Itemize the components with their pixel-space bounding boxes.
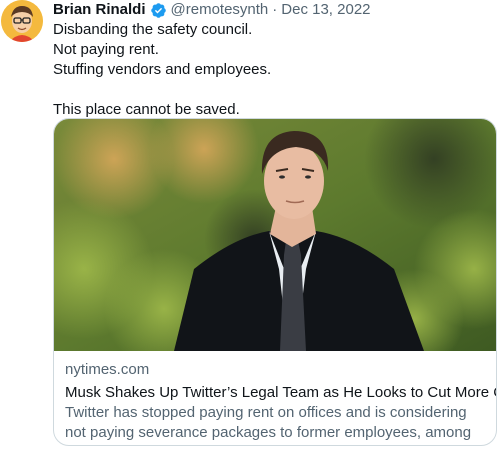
card-description: Twitter has stopped paying rent on offic… [65,404,472,445]
header-separator: · [272,1,278,18]
tweet[interactable]: Brian Rinaldi @remotesynth · Dec 13, 202… [0,0,500,449]
tweet-line: This place cannot be saved. [53,101,240,118]
tweet-line: Stuffing vendors and employees. [53,61,272,78]
card-domain[interactable]: nytimes.com [65,360,490,380]
tweet-date[interactable]: Dec 13, 2022 [281,0,370,20]
author-name[interactable]: Brian Rinaldi [53,0,146,20]
verified-badge-icon [150,2,167,19]
tweet-line: Disbanding the safety council. [53,21,253,38]
tweet-header: Brian Rinaldi @remotesynth · Dec 13, 202… [53,0,371,20]
tweet-line: Not paying rent. [53,41,159,58]
link-card[interactable]: nytimes.com Musk Shakes Up Twitter’s Leg… [53,118,497,446]
tweet-text: Disbanding the safety council. Not payin… [53,20,493,120]
card-meta: nytimes.com Musk Shakes Up Twitter’s Leg… [65,360,496,445]
avatar[interactable] [1,0,43,42]
author-handle[interactable]: @remotesynth [171,0,269,20]
card-image[interactable] [54,119,496,351]
card-title[interactable]: Musk Shakes Up Twitter’s Legal Team as H… [65,383,496,403]
card-photo [54,119,496,351]
avatar-illustration [1,0,43,42]
